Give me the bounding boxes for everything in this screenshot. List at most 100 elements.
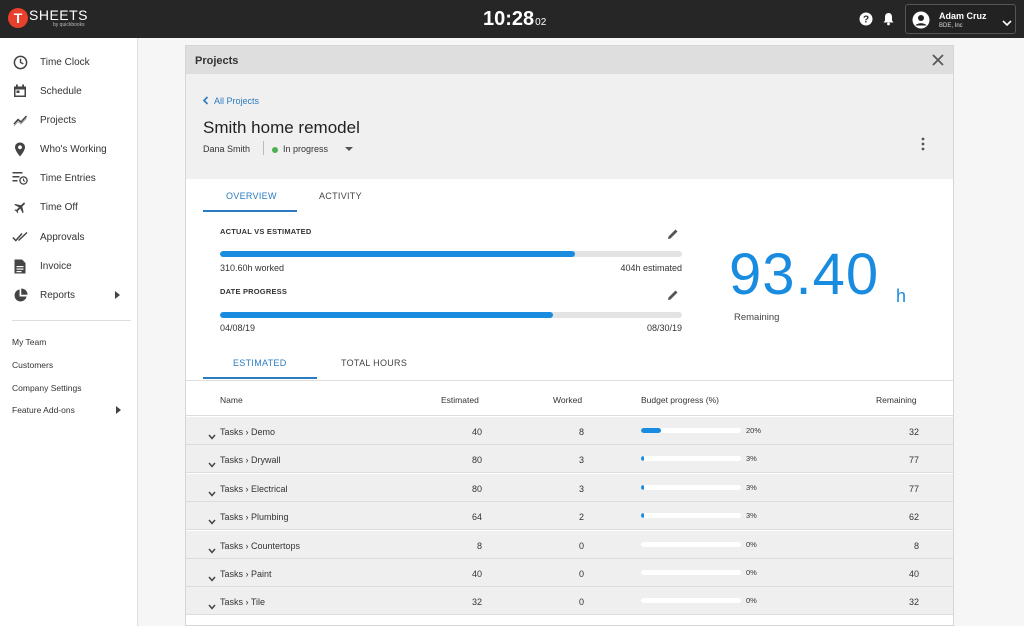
sidebar-item-label: Who's Working: [40, 143, 107, 155]
task-name: Tasks › Paint: [220, 569, 272, 579]
calendar-icon: [12, 83, 28, 99]
sidebar-item-time-entries[interactable]: Time Entries: [0, 165, 138, 191]
table-row[interactable]: Tasks › Paint 40 0 0% 40: [186, 559, 953, 587]
chevron-right-icon: [116, 406, 121, 414]
budget-progress-bar: [641, 570, 741, 575]
pencil-icon[interactable]: [667, 288, 679, 300]
panel-title: Projects: [195, 55, 239, 67]
tab-estimated[interactable]: ESTIMATED: [233, 358, 287, 368]
estimated-value: 40: [471, 427, 482, 437]
sidebar-item-time-clock[interactable]: Time Clock: [0, 49, 138, 75]
tab-activity[interactable]: ACTIVITY: [319, 191, 362, 201]
start-date: 04/08/19: [220, 323, 256, 333]
remaining-value: 40: [908, 569, 919, 579]
sidebar-link-my-team[interactable]: My Team: [12, 337, 46, 347]
chevron-down-icon[interactable]: [208, 541, 216, 554]
sidebar-item-whos-working[interactable]: Who's Working: [0, 136, 138, 162]
table-row[interactable]: Tasks › Plumbing 64 2 3% 62: [186, 502, 953, 531]
worked-hours-text: 310.60h worked: [220, 263, 285, 273]
sidebar-link-feature-add-ons[interactable]: Feature Add-ons: [12, 405, 75, 415]
task-name: Tasks › Drywall: [220, 455, 281, 466]
budget-progress-fill: [641, 484, 644, 490]
table-row[interactable]: Tasks › Tile 32 0 0% 32: [186, 587, 953, 616]
estimated-value: 32: [471, 597, 482, 608]
budget-progress-bar: [641, 513, 741, 519]
sidebar-divider: [12, 320, 131, 321]
clock-time: 10:28: [483, 8, 535, 30]
worked-value: 0: [578, 597, 584, 608]
chevron-down-icon[interactable]: [208, 455, 216, 469]
worked-value: 3: [578, 455, 584, 466]
project-summary: All Projects Smith home remodel Dana Smi…: [186, 74, 953, 179]
budget-progress-bar: [641, 456, 741, 462]
budget-progress-percent: 20%: [746, 426, 762, 435]
column-header-remaining[interactable]: Remaining: [876, 395, 917, 405]
chevron-down-icon[interactable]: [208, 512, 216, 525]
sidebar-item-label: Schedule: [40, 85, 82, 97]
logo-badge: T: [8, 8, 28, 28]
clock-icon: [12, 54, 28, 70]
divider: [263, 141, 264, 155]
user-menu[interactable]: Adam Cruz BDE, Inc: [905, 4, 1016, 34]
caret-down-icon[interactable]: [345, 147, 353, 151]
chevron-down-icon[interactable]: [208, 569, 216, 582]
sidebar-item-label: Projects: [40, 114, 77, 126]
chevron-down-icon: [1002, 14, 1012, 32]
column-header-name[interactable]: Name: [220, 395, 243, 405]
client-name: Dana Smith: [203, 144, 251, 154]
logo-subtext: by quickbooks: [53, 22, 85, 28]
status-dropdown[interactable]: In progress: [283, 144, 328, 154]
remaining-value: 62: [908, 512, 919, 523]
user-company: BDE, Inc: [939, 23, 963, 29]
budget-progress-percent: 0%: [746, 596, 757, 606]
actual-vs-estimated-label: ACTUAL VS ESTIMATED: [220, 227, 312, 236]
sidebar-item-time-off[interactable]: Time Off: [0, 194, 138, 220]
chevron-down-icon[interactable]: [208, 597, 216, 611]
bell-icon[interactable]: [880, 11, 896, 27]
sidebar-link-customers[interactable]: Customers: [12, 360, 53, 370]
svg-text:?: ?: [863, 15, 869, 26]
active-tab-indicator: [203, 210, 297, 212]
pie-chart-icon: [12, 287, 28, 303]
sidebar-link-company-settings[interactable]: Company Settings: [12, 383, 81, 393]
remaining-value: 77: [908, 455, 919, 466]
pencil-icon[interactable]: [667, 227, 679, 239]
budget-progress-fill: [641, 513, 644, 519]
budget-progress-bar: [641, 541, 741, 547]
sidebar-item-projects[interactable]: Projects: [0, 107, 138, 133]
budget-progress-fill: [641, 456, 644, 462]
worked-value: 3: [578, 483, 584, 494]
table-row[interactable]: Tasks › Drywall 80 3 3% 77: [186, 445, 953, 474]
sidebar-item-label: Time Clock: [40, 56, 90, 68]
sidebar-item-approvals[interactable]: Approvals: [0, 224, 138, 250]
sidebar-item-invoice[interactable]: Invoice: [0, 253, 138, 279]
trend-icon: [12, 112, 28, 128]
chevron-down-icon[interactable]: [208, 427, 216, 440]
table-row[interactable]: Tasks › Countertops 8 0 0% 8: [186, 530, 953, 559]
sidebar-item-schedule[interactable]: Schedule: [0, 78, 138, 104]
remaining-label: Remaining: [734, 312, 780, 323]
column-header-budget-progress[interactable]: Budget progress (%): [641, 395, 719, 405]
table-row[interactable]: Tasks › Electrical 80 3 3% 77: [186, 473, 953, 502]
close-icon[interactable]: [931, 53, 945, 67]
tsheets-logo[interactable]: T SHEETS by quickbooks: [8, 8, 88, 28]
sidebar-item-reports[interactable]: Reports: [0, 282, 138, 308]
more-options-icon[interactable]: [920, 136, 926, 152]
help-icon[interactable]: ?: [858, 11, 874, 27]
table-row[interactable]: Tasks › Demo 40 8 20% 32: [186, 417, 953, 445]
sidebar-item-label: Time Entries: [40, 172, 96, 184]
column-header-estimated[interactable]: Estimated: [441, 395, 479, 405]
chevron-down-icon[interactable]: [208, 484, 216, 497]
avatar-icon: [912, 11, 930, 34]
logo-text: SHEETS: [29, 7, 89, 23]
table-header: Name Estimated Worked Budget progress (%…: [186, 380, 953, 416]
all-projects-link[interactable]: All Projects: [202, 96, 259, 106]
tab-overview[interactable]: OVERVIEW: [226, 191, 277, 201]
worked-value: 0: [578, 569, 584, 579]
budget-progress-percent: 0%: [746, 568, 757, 577]
column-header-worked[interactable]: Worked: [553, 395, 582, 405]
worked-value: 2: [578, 512, 584, 523]
budget-progress-percent: 3%: [746, 511, 757, 521]
remaining-value: 32: [908, 597, 919, 608]
tab-total-hours[interactable]: TOTAL HOURS: [341, 358, 407, 368]
